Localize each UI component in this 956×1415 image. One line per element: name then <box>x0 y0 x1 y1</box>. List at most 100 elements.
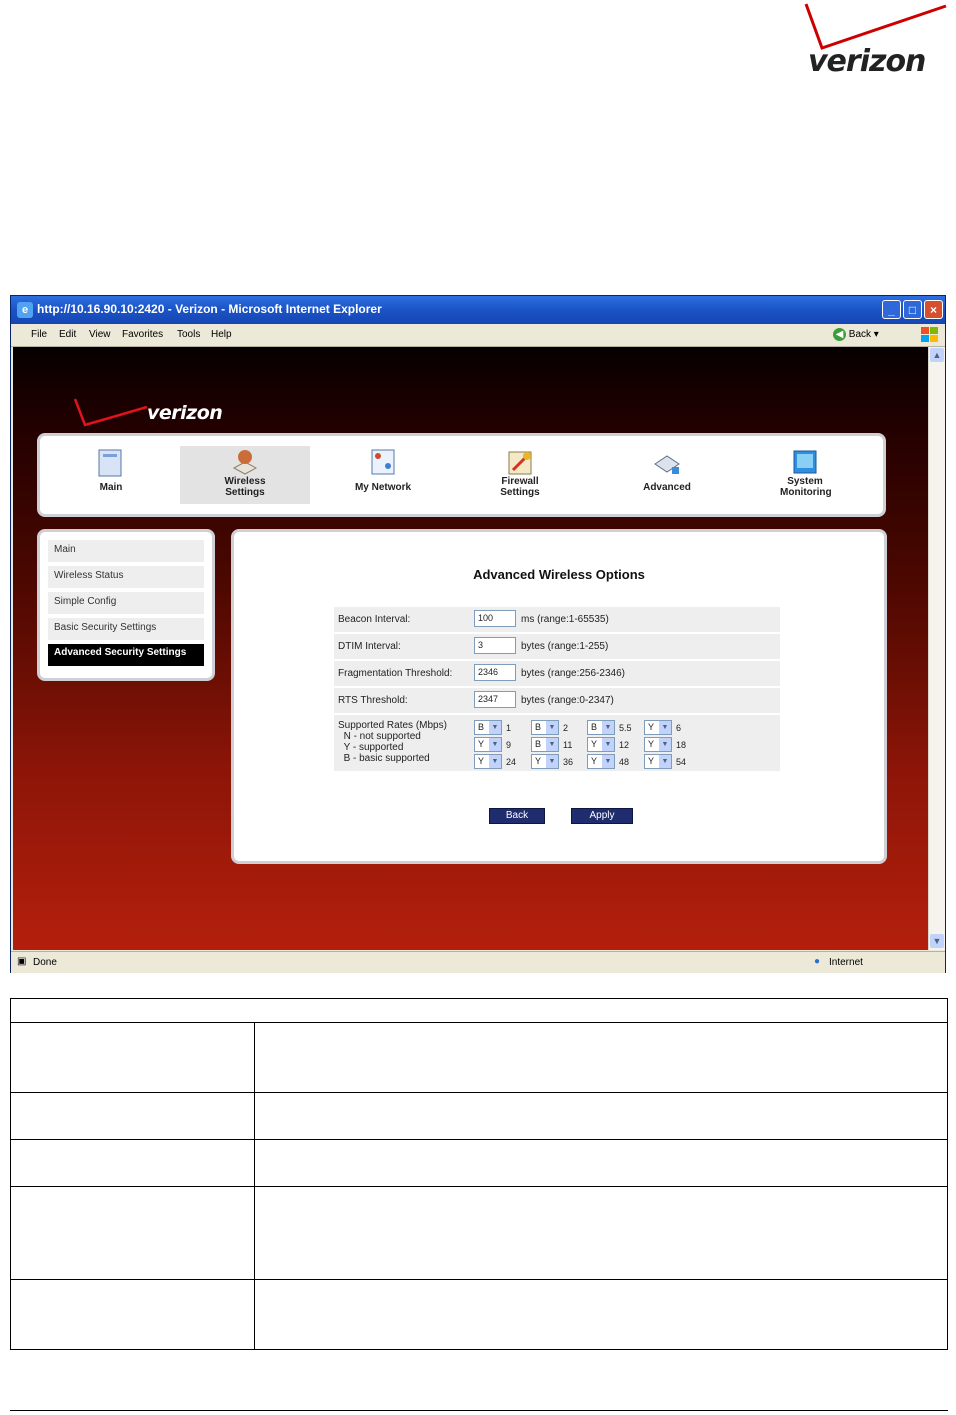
rate-select[interactable]: B ▼ <box>531 720 559 735</box>
vertical-scrollbar[interactable]: ▲ ▼ <box>928 347 945 950</box>
rate-label: 24 <box>506 757 517 767</box>
chevron-down-icon[interactable]: ▼ <box>602 738 614 751</box>
table-row <box>10 1186 948 1280</box>
chevron-down-icon[interactable]: ▼ <box>659 738 671 751</box>
menu-bar: File Edit View Favorites Tools Help ◀ Ba… <box>11 324 945 347</box>
table-cell <box>254 1022 948 1093</box>
rate-select[interactable]: Y ▼ <box>644 720 672 735</box>
table-row <box>10 1139 948 1187</box>
zone-text: Internet <box>829 957 863 968</box>
menu-favorites[interactable]: Favorites <box>122 329 163 340</box>
table-cell <box>254 1092 948 1140</box>
apply-button[interactable]: Apply <box>571 808 633 824</box>
panel-title: Advanced Wireless Options <box>473 567 645 582</box>
rates-label: Supported Rates (Mbps) N - not supported… <box>338 720 447 764</box>
rate-label: 9 <box>506 740 512 750</box>
chevron-down-icon[interactable]: ▼ <box>602 755 614 768</box>
main-icon <box>98 449 122 477</box>
rate-select[interactable]: Y ▼ <box>587 754 615 769</box>
rate-label: 36 <box>563 757 574 767</box>
chevron-down-icon[interactable]: ▼ <box>489 721 501 734</box>
nav-system-monitoring[interactable]: System Monitoring <box>740 446 870 504</box>
menu-tools[interactable]: Tools <box>177 329 200 340</box>
chevron-down-icon[interactable]: ▼ <box>659 755 671 768</box>
firewall-icon <box>508 451 532 475</box>
frag-input[interactable]: 2346 <box>474 664 516 681</box>
rate-label: 2 <box>563 723 569 733</box>
globe-icon: ● <box>814 956 821 967</box>
left-menu-main[interactable]: Main <box>48 540 204 564</box>
table-row <box>10 1092 948 1140</box>
ie-icon: e <box>17 302 33 318</box>
table-cell <box>10 1139 255 1187</box>
left-menu-basic-security[interactable]: Basic Security Settings <box>48 618 204 642</box>
rates-legend-b: B - basic supported <box>343 753 430 764</box>
rate-select[interactable]: Y ▼ <box>531 754 559 769</box>
back-button[interactable]: Back <box>489 808 545 824</box>
chevron-down-icon[interactable]: ▼ <box>546 755 558 768</box>
windows-logo-icon <box>921 327 938 342</box>
nav-firewall-settings[interactable]: Firewall Settings <box>455 446 585 504</box>
minimize-button[interactable]: _ <box>882 300 901 319</box>
rate-select-value: Y <box>648 739 655 749</box>
nav-wireless-settings[interactable]: Wireless Settings <box>180 446 310 504</box>
rate-select-value: B <box>478 722 485 732</box>
maximize-button[interactable]: □ <box>903 300 922 319</box>
nav-my-network[interactable]: My Network <box>318 446 448 504</box>
app-logo-text: verizon <box>147 402 223 424</box>
menu-help[interactable]: Help <box>211 329 232 340</box>
dtim-note: bytes (range:1-255) <box>521 641 609 652</box>
rates-legend-n: N - not supported <box>343 731 421 742</box>
rates-legend-y: Y - supported <box>343 742 404 753</box>
close-button[interactable]: × <box>924 300 943 319</box>
rate-label: 48 <box>619 757 630 767</box>
rate-select[interactable]: Y ▼ <box>644 737 672 752</box>
scroll-up-icon[interactable]: ▲ <box>930 348 944 362</box>
left-menu-simple-config[interactable]: Simple Config <box>48 592 204 616</box>
menu-edit[interactable]: Edit <box>59 329 76 340</box>
browser-window: e http://10.16.90.10:2420 - Verizon - Mi… <box>10 295 946 973</box>
beacon-input[interactable]: 100 <box>474 610 516 627</box>
scroll-down-icon[interactable]: ▼ <box>930 934 944 948</box>
nav-label: Firewall Settings <box>500 476 540 498</box>
left-menu-wireless-status[interactable]: Wireless Status <box>48 566 204 590</box>
table-row <box>10 1022 948 1093</box>
table-row <box>10 998 948 1023</box>
rate-select[interactable]: B ▼ <box>587 720 615 735</box>
nav-advanced[interactable]: Advanced <box>602 446 732 504</box>
rts-input[interactable]: 2347 <box>474 691 516 708</box>
chevron-down-icon[interactable]: ▼ <box>602 721 614 734</box>
rts-label: RTS Threshold: <box>338 695 408 706</box>
dtim-input[interactable]: 3 <box>474 637 516 654</box>
title-bar: e http://10.16.90.10:2420 - Verizon - Mi… <box>11 296 945 324</box>
chevron-down-icon[interactable]: ▼ <box>489 755 501 768</box>
menu-file[interactable]: File <box>31 329 47 340</box>
nav-main[interactable]: Main <box>46 446 176 504</box>
network-icon <box>371 449 395 475</box>
rate-select-value: Y <box>591 756 598 766</box>
chevron-down-icon[interactable]: ▼ <box>659 721 671 734</box>
status-text: Done <box>33 957 57 968</box>
frag-row: Fragmentation Threshold: 2346 bytes (ran… <box>334 661 780 688</box>
rate-select[interactable]: Y ▼ <box>644 754 672 769</box>
table-cell <box>10 1279 255 1350</box>
menu-view[interactable]: View <box>89 329 111 340</box>
monitor-icon <box>793 450 817 474</box>
left-menu-advanced-security[interactable]: Advanced Security Settings <box>48 644 204 668</box>
frag-note: bytes (range:256-2346) <box>521 668 625 679</box>
back-toolbar-button[interactable]: ◀ Back ▾ <box>833 328 879 341</box>
rate-select-value: Y <box>478 739 485 749</box>
footer-divider <box>10 1410 948 1411</box>
rate-select[interactable]: Y ▼ <box>474 737 502 752</box>
chevron-down-icon[interactable]: ▼ <box>546 721 558 734</box>
rate-select[interactable]: Y ▼ <box>474 754 502 769</box>
rate-select[interactable]: Y ▼ <box>587 737 615 752</box>
chevron-down-icon[interactable]: ▼ <box>546 738 558 751</box>
rate-select-value: Y <box>478 756 485 766</box>
options-panel: Advanced Wireless Options Beacon Interva… <box>231 529 887 864</box>
nav-label: My Network <box>354 482 412 493</box>
rate-select[interactable]: B ▼ <box>531 737 559 752</box>
rate-select[interactable]: B ▼ <box>474 720 502 735</box>
status-bar: ▣ Done ● Internet <box>11 951 945 973</box>
chevron-down-icon[interactable]: ▼ <box>489 738 501 751</box>
